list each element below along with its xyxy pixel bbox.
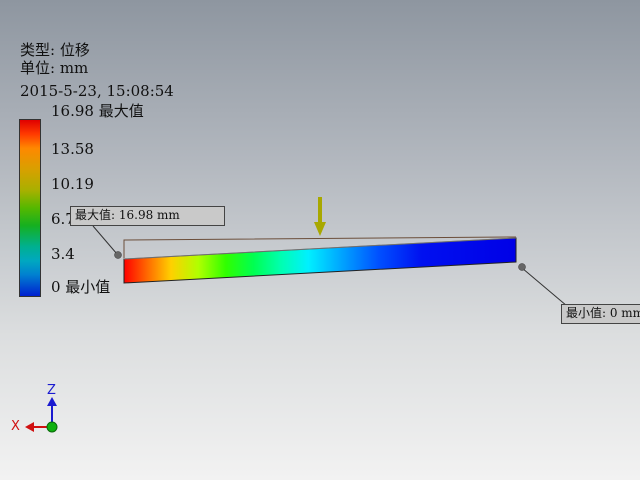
min-value-callout[interactable]: 最小值: 0 mm <box>561 304 640 324</box>
graphics-viewport[interactable]: 类型: 位移 单位: mm 2015-5-23, 15:08:54 16.98 … <box>0 0 640 480</box>
min-probe-marker[interactable] <box>518 263 526 271</box>
triad-z-label: Z <box>47 383 56 398</box>
triad-x-label: X <box>11 419 20 434</box>
max-callout-leader <box>92 225 118 255</box>
model-canvas[interactable] <box>0 0 640 480</box>
load-arrow-icon[interactable] <box>314 197 326 236</box>
max-value-callout[interactable]: 最大值: 16.98 mm <box>70 206 225 226</box>
max-probe-marker[interactable] <box>114 251 122 259</box>
coordinate-triad <box>25 397 58 433</box>
deformed-beam-body[interactable] <box>123 237 517 284</box>
min-callout-leader <box>521 267 568 307</box>
